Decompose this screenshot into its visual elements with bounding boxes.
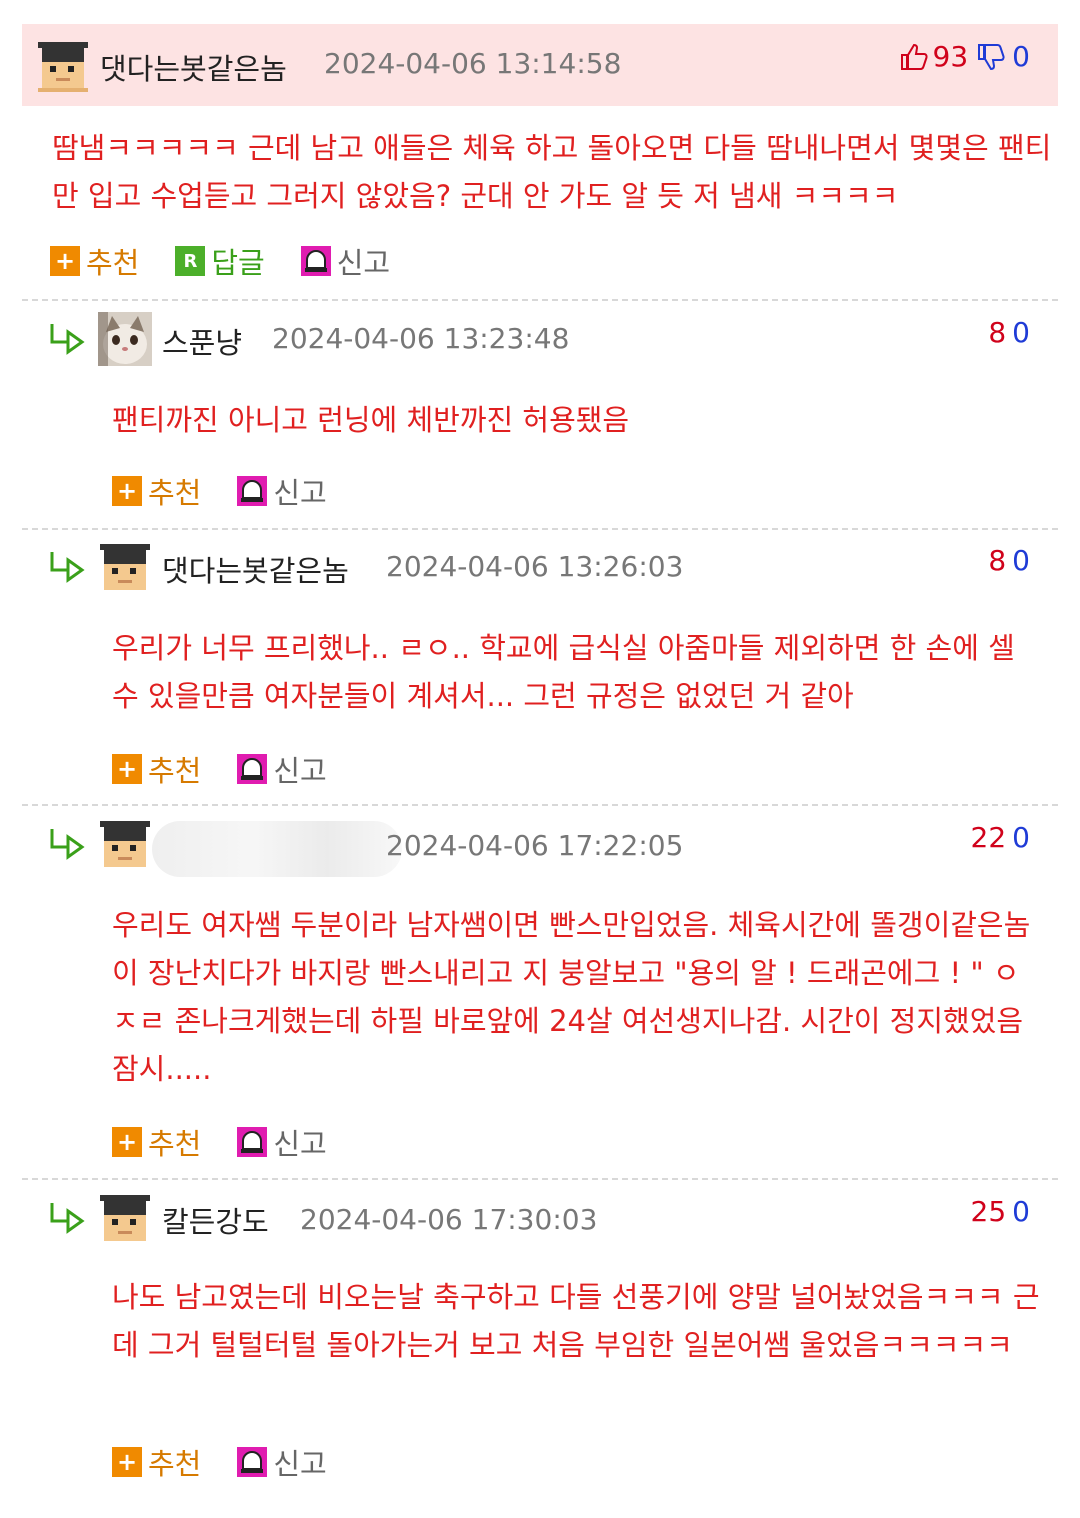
comment-body: 우리도 여자쌤 두분이라 남자쌤이면 빤스만입었음. 체육시간에 똘갱이같은놈이… xyxy=(112,908,1031,1086)
main-comment-actions: + 추천 R 답글 신고 xyxy=(50,240,426,282)
recommend-label: 추천 xyxy=(148,1127,202,1161)
down-vote-count: 0 xyxy=(1012,40,1030,73)
comment-body: 나도 남고였는데 비오는날 축구하고 다들 선풍기에 양말 널어놨었음ㅋㅋㅋ 근… xyxy=(112,1280,1040,1362)
avatar-pixel-face[interactable] xyxy=(98,540,152,594)
siren-icon xyxy=(237,476,268,506)
report-button[interactable]: 신고 xyxy=(237,748,327,790)
comment-body: 팬티까진 아니고 런닝에 체반까진 허용됐음 xyxy=(112,403,630,437)
siren-icon xyxy=(237,1447,268,1477)
report-label: 신고 xyxy=(273,1447,327,1481)
plus-icon: + xyxy=(112,1447,142,1477)
comment-date: 2024-04-06 13:14:58 xyxy=(324,47,622,80)
report-button[interactable]: 신고 xyxy=(300,240,391,282)
recommend-label: 추천 xyxy=(86,246,140,280)
plus-icon: + xyxy=(112,1127,142,1157)
vote-score: 25 0 xyxy=(971,1195,1030,1228)
nickname[interactable]: 스푼냥 xyxy=(162,320,242,362)
reply-button[interactable]: R 답글 xyxy=(175,240,265,282)
up-vote-count: 22 xyxy=(970,821,1007,854)
avatar-cat-photo[interactable] xyxy=(98,312,152,366)
vote-box: 93 0 xyxy=(899,40,1030,73)
recommend-label: 추천 xyxy=(148,476,202,510)
reply-comment: 댓다는봇같은놈 2024-04-06 13:26:03 80 우리가 너무 프리… xyxy=(22,528,1058,804)
report-label: 신고 xyxy=(273,754,327,788)
plus-icon: + xyxy=(50,246,80,276)
thumbs-up-icon[interactable] xyxy=(899,42,929,72)
reply-actions: + 추천 신고 xyxy=(112,1441,363,1483)
report-label: 신고 xyxy=(336,246,391,280)
up-vote-count: 8 xyxy=(988,316,1007,349)
reply-comment: 스푼냥 2024-04-06 13:23:48 80 팬티까진 아니고 런닝에 … xyxy=(22,300,1058,528)
main-comment: 댓다는봇같은놈 2024-04-06 13:14:58 93 0 땀냄ㅋㅋㅋㅋㅋ… xyxy=(22,24,1058,213)
report-button[interactable]: 신고 xyxy=(237,470,327,512)
reply-label: 답글 xyxy=(211,246,265,280)
recommend-button[interactable]: + 추천 xyxy=(112,470,201,512)
comment-date: 2024-04-06 17:30:03 xyxy=(300,1203,598,1236)
recommend-button[interactable]: + 추천 xyxy=(112,1441,201,1483)
avatar-pixel-face[interactable] xyxy=(36,38,90,92)
down-vote-count: 0 xyxy=(1012,316,1030,349)
comment-date: 2024-04-06 17:22:05 xyxy=(386,829,684,862)
reply-actions: + 추천 신고 xyxy=(112,470,363,512)
thumbs-down-icon[interactable] xyxy=(976,42,1006,72)
reply-actions: + 추천 신고 xyxy=(112,1121,363,1163)
recommend-button[interactable]: + 추천 xyxy=(112,748,201,790)
reply-r-icon: R xyxy=(175,246,206,276)
avatar-pixel-face[interactable] xyxy=(98,817,152,871)
comment-date: 2024-04-06 13:26:03 xyxy=(386,550,684,583)
vote-score: 80 xyxy=(988,544,1030,577)
nickname[interactable]: 칼든강도 xyxy=(162,1199,269,1241)
nickname[interactable]: 댓다는봇같은놈 xyxy=(100,46,287,88)
comment-body: 땀냄ㅋㅋㅋㅋㅋ 근데 남고 애들은 체육 하고 돌아오면 다들 땀내나면서 몇몇… xyxy=(52,131,1052,213)
recommend-label: 추천 xyxy=(148,1447,202,1481)
up-vote-count: 8 xyxy=(988,544,1007,577)
siren-icon xyxy=(300,246,331,276)
reply-actions: + 추천 신고 xyxy=(112,748,363,790)
nickname[interactable]: 댓다는봇같은놈 xyxy=(162,548,349,590)
reply-arrow-icon xyxy=(46,825,86,861)
report-label: 신고 xyxy=(273,1127,327,1161)
report-button[interactable]: 신고 xyxy=(237,1121,327,1163)
up-vote-count: 25 xyxy=(970,1195,1007,1228)
comment-date: 2024-04-06 13:23:48 xyxy=(272,322,570,355)
plus-icon: + xyxy=(112,754,142,784)
report-button[interactable]: 신고 xyxy=(237,1441,327,1483)
recommend-button[interactable]: + 추천 xyxy=(50,240,139,282)
reply-arrow-icon xyxy=(46,548,86,584)
vote-score: 22 0 xyxy=(971,821,1030,854)
reply-arrow-icon xyxy=(46,1199,86,1235)
recommend-button[interactable]: + 추천 xyxy=(112,1121,201,1163)
down-vote-count: 0 xyxy=(1012,1195,1030,1228)
blurred-nickname xyxy=(152,821,402,877)
siren-icon xyxy=(237,754,268,784)
plus-icon: + xyxy=(112,476,142,506)
recommend-label: 추천 xyxy=(148,754,202,788)
reply-arrow-icon xyxy=(46,320,86,356)
avatar-pixel-face[interactable] xyxy=(98,1191,152,1245)
down-vote-count: 0 xyxy=(1012,544,1030,577)
up-vote-count: 93 xyxy=(932,40,969,73)
report-label: 신고 xyxy=(273,476,327,510)
vote-score: 80 xyxy=(988,316,1030,349)
reply-comment: 2024-04-06 17:22:05 22 0 우리도 여자쌤 두분이라 남자쌤… xyxy=(22,805,1058,1177)
down-vote-count: 0 xyxy=(1012,821,1030,854)
main-comment-header: 댓다는봇같은놈 2024-04-06 13:14:58 93 0 xyxy=(22,24,1058,106)
siren-icon xyxy=(237,1127,268,1157)
reply-comment: 칼든강도 2024-04-06 17:30:03 25 0 나도 남고였는데 비오… xyxy=(22,1179,1058,1499)
comment-body: 우리가 너무 프리했나.. ㄹㅇ.. 학교에 급식실 아줌마들 제외하면 한 손… xyxy=(112,631,1015,713)
